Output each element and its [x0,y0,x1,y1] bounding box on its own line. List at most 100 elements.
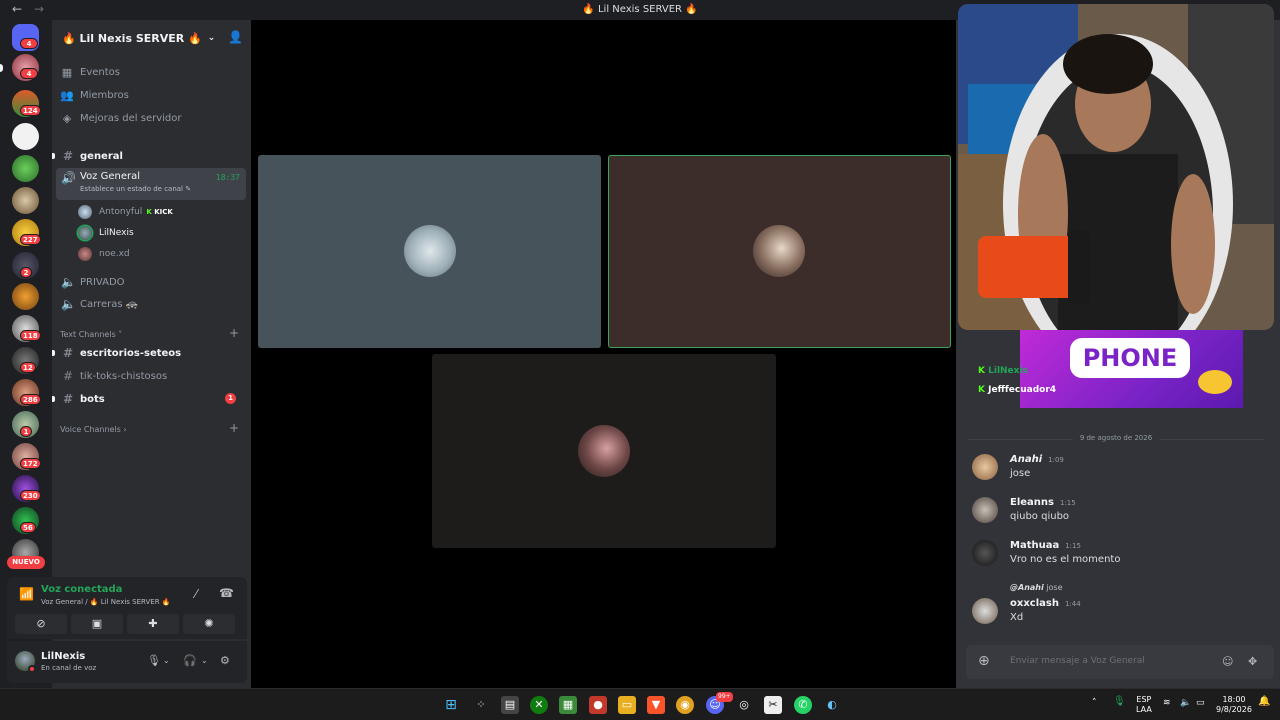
server-header[interactable]: 🔥 Lil Nexis SERVER 🔥 ⌄ 👤 [52,20,251,56]
voice-user-name: Antonyful [99,207,143,217]
microphone-icon[interactable]: 🎙 [147,654,161,667]
avatar[interactable] [972,540,998,566]
voice-user[interactable]: Antonyful K KICK [78,202,173,222]
windows-start-icon[interactable]: ⊞ [442,696,460,714]
channel-tiktoks[interactable]: # tik-toks-chistosos [56,365,246,387]
avatar [78,247,92,261]
voice-connected-subtitle[interactable]: Voz General / 🔥 Lil Nexis SERVER 🔥 [41,598,171,606]
avatar[interactable] [972,497,998,523]
unread-indicator [52,153,55,159]
speaker-icon: 🔈 [61,297,76,311]
message-author[interactable]: oxxclash 1:44 [1010,598,1081,609]
volume-icon[interactable]: 🔈 [1180,698,1191,708]
unread-pill [0,64,3,72]
disconnect-icon[interactable]: ☎ [219,586,234,600]
noise-suppression-icon[interactable]: ⁄ [195,587,197,601]
message-author[interactable]: Mathuaa 1:15 [1010,540,1081,551]
avatar[interactable] [972,454,998,480]
stream-preview[interactable]: PHONE [1020,330,1243,408]
nav-members[interactable]: 👥 Miembros [60,85,129,105]
server-icon[interactable] [12,187,39,214]
screen-share-button[interactable]: ▣ [71,614,123,634]
widgets-icon[interactable]: ⁘ [472,696,490,714]
message-author[interactable]: Anahi 1:09 [1010,454,1064,465]
steam-icon[interactable]: ◐ [823,696,841,714]
avatar [404,225,456,277]
camera-button[interactable]: ⊘ [15,614,67,634]
channel-privado[interactable]: 🔈 PRIVADO [56,271,246,293]
channel-bots[interactable]: # bots 1 [56,388,246,410]
xbox-icon[interactable]: ✕ [530,696,548,714]
message-text: qiubo qiubo [1010,511,1070,522]
apps-icon[interactable]: ✥ [1248,655,1257,668]
video-tile-lilnexis[interactable] [608,155,951,348]
server-icon[interactable] [12,283,39,310]
channel-general[interactable]: # general [56,145,246,167]
avatar [78,205,92,219]
nav-events[interactable]: ▦ Eventos [60,62,120,82]
channel-voz-general[interactable]: 🔊 Voz General 18:37 Establece un estado … [56,168,246,200]
hash-icon: # [62,149,74,163]
voice-user[interactable]: LilNexis [78,223,134,243]
wifi-icon[interactable]: ≋ [1163,698,1171,708]
avatar[interactable] [972,598,998,624]
attach-plus-icon[interactable]: ⊕ [978,653,990,669]
headphones-icon[interactable]: 🎧 [183,654,197,667]
server-badge: 124 [20,105,41,116]
reply-reference[interactable]: @Anahi jose [1010,583,1063,592]
category-text-channels[interactable]: Text Channels ˅ [60,330,122,339]
add-channel-icon[interactable]: + [229,326,239,340]
obs-icon[interactable]: ◎ [735,696,753,714]
whatsapp-icon[interactable]: ✆ [794,696,812,714]
avatar [578,425,630,477]
minecraft-icon[interactable]: ▦ [559,696,577,714]
category-voice-channels[interactable]: Voice Channels › [60,425,127,434]
chevron-down-icon[interactable]: ⌄ [163,656,170,665]
user-name[interactable]: LilNexis [41,651,85,662]
server-icon[interactable] [12,155,39,182]
tray-chevron-up-icon[interactable]: ˄ [1092,698,1097,708]
among-us-icon[interactable]: ● [589,696,607,714]
server-name: 🔥 Lil Nexis SERVER 🔥 [62,31,202,45]
nav-label: Miembros [80,89,129,101]
webcam-image [958,4,1274,330]
new-badge[interactable]: NUEVO [7,556,45,569]
clock[interactable]: 18:00 9/8/2026 [1216,695,1252,715]
channel-escritorios[interactable]: # escritorios-seteos [56,342,246,364]
channel-label: general [80,150,123,162]
chrome-icon[interactable]: ◉ [676,696,694,714]
voice-connection-panel: 📶 Voz conectada Voz General / 🔥 Lil Nexi… [7,577,247,639]
voice-connected-title[interactable]: Voz conectada [41,584,122,595]
emoji-icon[interactable]: ☺ [1222,655,1233,668]
notifications-bell-icon[interactable]: 🔔 [1258,697,1270,707]
nav-boosts[interactable]: ◈ Mejoras del servidor [60,108,182,128]
language-indicator[interactable]: ESP LAA [1136,695,1152,715]
settings-gear-icon[interactable]: ⚙ [220,654,230,667]
channel-status[interactable]: Establece un estado de canal ✎ [80,185,191,193]
tray-microphone-icon[interactable]: 🎙 [1113,697,1126,707]
message-input[interactable]: Enviar mensaje a Voz General [1010,656,1145,666]
boost-icon: ◈ [62,111,72,125]
video-tile-antonyful[interactable] [258,155,601,348]
brave-icon[interactable]: ▼ [647,696,665,714]
message-time: 1:15 [1065,542,1081,550]
windows-taskbar: ⊞ ⁘ ▤ ✕ ▦ ● ▭ ▼ ◉ ☺ 99+ ◎ ✂ ✆ ◐ ˄ 🎙 ESP L… [0,688,1280,720]
file-explorer-icon[interactable]: ▭ [618,696,636,714]
video-tile-noe[interactable] [432,354,776,548]
voice-user[interactable]: noe.xd [78,244,130,264]
chevron-down-icon[interactable]: ⌄ [201,656,208,665]
message-author[interactable]: Eleanns 1:15 [1010,497,1076,508]
server-icon[interactable] [12,123,39,150]
stream-chat-line: K LilNexis [978,366,1028,376]
battery-icon[interactable]: ▭ [1196,698,1205,708]
capcut-icon[interactable]: ✂ [764,696,782,714]
message-composer: ⊕ Enviar mensaje a Voz General ☺ ✥ [966,645,1274,679]
channel-carreras[interactable]: 🔈 Carreras 🚓 [56,293,246,315]
add-member-icon[interactable]: 👤 [228,30,243,44]
soundboard-button[interactable]: ✺ [183,614,235,634]
activities-button[interactable]: ✚ [127,614,179,634]
channel-label: tik-toks-chistosos [80,370,168,382]
voice-timer: 18:37 [215,173,240,182]
add-channel-icon[interactable]: + [229,421,239,435]
store-icon[interactable]: ▤ [501,696,519,714]
